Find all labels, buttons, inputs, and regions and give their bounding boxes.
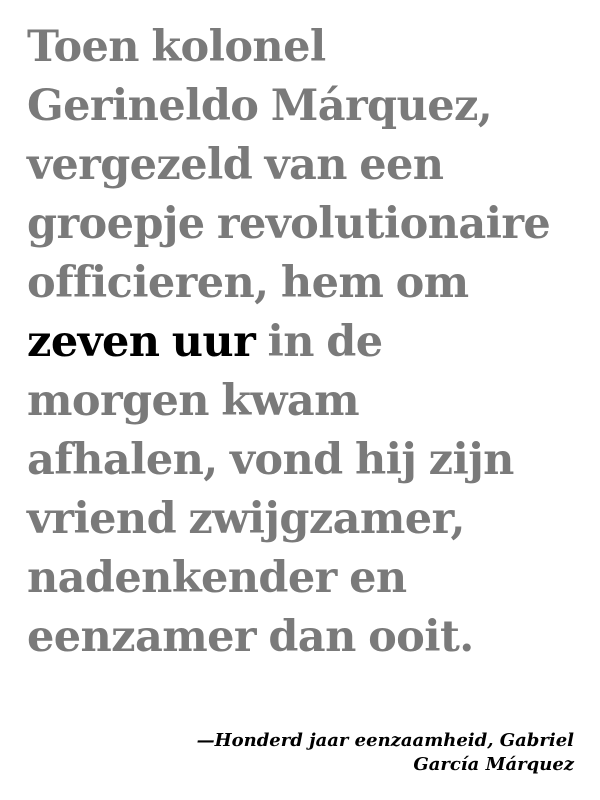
quote-line: vriend zwijgzamer, — [27, 494, 465, 544]
quote-line: nadenkender en — [27, 553, 407, 603]
quote-line-highlighted: zeven uur in de — [27, 313, 587, 372]
quote-line: Toen kolonel — [27, 22, 326, 72]
quote-line-rest: in de — [255, 317, 384, 367]
quote-line: morgen kwam — [27, 376, 360, 426]
quote-line: eenzamer dan ooit. — [27, 612, 474, 662]
attribution-line: —Honderd jaar eenzaamheid, Gabriel — [196, 730, 574, 751]
quote-attribution: —Honderd jaar eenzaamheid, Gabriel Garcí… — [197, 729, 574, 777]
quote-line: vergezeld van een — [27, 140, 444, 190]
highlighted-phrase: zeven uur — [27, 317, 256, 367]
quote-line: officieren, hem om — [27, 258, 469, 308]
quote-text: Toen kolonel Gerineldo Márquez, vergezel… — [27, 18, 587, 667]
quote-line: groepje revolutionaire — [27, 199, 551, 249]
page: { "quote": { "lines": [ { "before": "Toe… — [0, 0, 600, 800]
attribution-line: García Márquez — [413, 754, 574, 775]
quote-line: afhalen, vond hij zijn — [27, 435, 514, 485]
quote-line: Gerineldo Márquez, — [27, 81, 493, 131]
